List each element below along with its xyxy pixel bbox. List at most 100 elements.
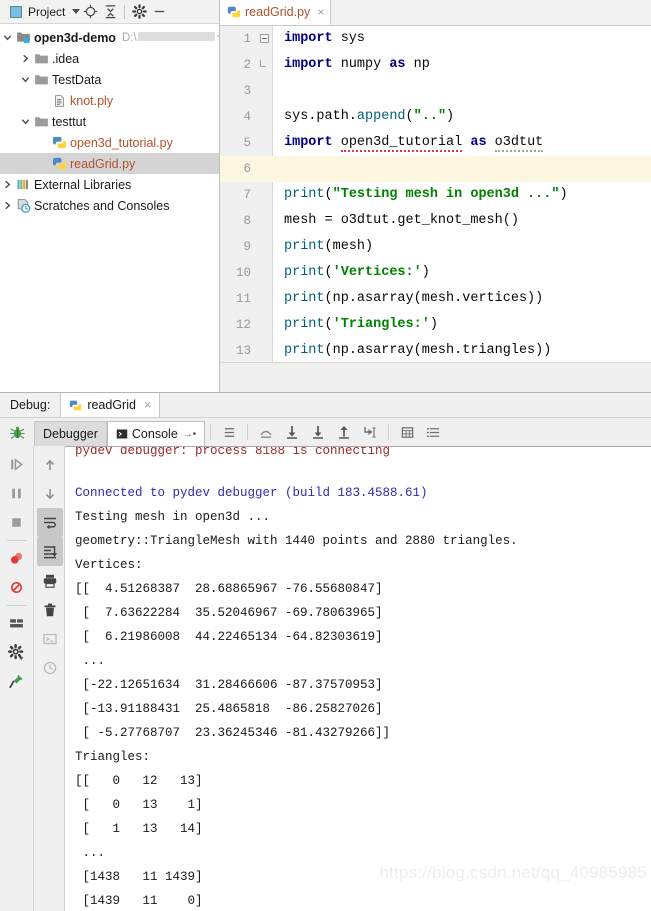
tab-pin-marker[interactable]: →• <box>183 429 197 440</box>
tree-item-scratches-and-consoles[interactable]: Scratches and Consoles <box>0 195 219 216</box>
console-actions-toolbar <box>35 446 65 911</box>
debug-tab-console[interactable]: Console →• <box>106 421 206 446</box>
tree-item-label: readGrid.py <box>70 156 136 171</box>
evaluate-table-icon[interactable] <box>394 418 420 446</box>
console-line: [ 6.21986008 44.22465134 -64.82303619] <box>75 630 383 644</box>
debug-actions-toolbar <box>0 446 34 911</box>
python-icon <box>69 399 82 412</box>
code-text: print(np.asarray(mesh.triangles)) <box>284 343 552 358</box>
project-panel-title: Project <box>28 4 66 19</box>
line-number[interactable]: 12 <box>220 312 251 338</box>
chevron-down-icon[interactable] <box>18 111 33 132</box>
stop-icon[interactable] <box>3 508 31 537</box>
tree-item-knot-ply[interactable]: knot.ply <box>0 90 219 111</box>
line-number[interactable]: 8 <box>220 208 251 234</box>
code-line: 11 print(np.asarray(mesh.vertices)) <box>220 286 651 312</box>
editor-bottom-strip <box>220 362 651 392</box>
close-icon[interactable]: × <box>317 6 324 18</box>
line-number[interactable]: 4 <box>220 104 251 130</box>
editor-tab-readgrid[interactable]: readGrid.py × <box>220 0 332 25</box>
console-line: Vertices: <box>75 558 143 572</box>
tabbar-empty-space <box>331 0 651 25</box>
resume-program-icon[interactable] <box>3 450 31 479</box>
chevron-right-icon[interactable] <box>18 48 33 69</box>
tree-item-label: External Libraries <box>34 177 132 192</box>
fold-start-icon[interactable] <box>260 34 269 43</box>
debug-session-tab[interactable]: readGrid × <box>60 393 161 417</box>
line-number[interactable]: 6 <box>220 156 251 182</box>
tree-item-open3d-demo[interactable]: open3d-demo D:\ <box>0 27 219 48</box>
print-icon[interactable] <box>37 566 63 595</box>
code-editor[interactable]: 1 import sys 2 import numpy as np 3 4 sys.path… <box>220 26 651 362</box>
history-clock-icon[interactable] <box>37 653 63 682</box>
gear-icon[interactable] <box>129 2 149 22</box>
tree-item-testtut[interactable]: testtut <box>0 111 219 132</box>
console-icon <box>116 428 128 440</box>
console-line: Connected to pydev debugger (build 183.4… <box>75 486 428 500</box>
run-to-cursor-icon[interactable] <box>357 418 383 446</box>
toolbar-divider <box>210 424 212 440</box>
project-tree[interactable]: open3d-demo D:\ .idea TestData knot.ply testt… <box>0 24 219 392</box>
line-number[interactable]: 7 <box>220 182 251 208</box>
chevron-down-icon[interactable] <box>72 9 81 14</box>
console-line: [1438 11 1439] <box>75 870 203 884</box>
step-into-icon[interactable] <box>305 418 331 446</box>
pin-icon[interactable] <box>3 667 31 696</box>
settings-gear-icon[interactable] <box>3 638 31 667</box>
hide-icon[interactable] <box>149 2 169 22</box>
line-number[interactable]: 3 <box>220 78 251 104</box>
chevron-down-icon[interactable] <box>18 69 33 90</box>
console-line: [[ 4.51268387 28.68865967 -76.55680847] <box>75 582 383 596</box>
locate-icon[interactable] <box>80 2 100 22</box>
tree-item-external-libraries[interactable]: External Libraries <box>0 174 219 195</box>
editor-pane: readGrid.py × 1 import sys 2 import numpy a… <box>220 0 651 392</box>
line-number[interactable]: 10 <box>220 260 251 286</box>
collapse-all-icon[interactable] <box>100 2 120 22</box>
debug-tab-debugger[interactable]: Debugger <box>34 421 107 446</box>
tree-item-readgrid-py[interactable]: readGrid.py <box>0 153 219 174</box>
tree-item-idea[interactable]: .idea <box>0 48 219 69</box>
layout-icon[interactable] <box>3 609 31 638</box>
trash-icon[interactable] <box>37 595 63 624</box>
tree-item-testdata[interactable]: TestData <box>0 69 219 90</box>
code-text: print(mesh) <box>284 239 374 254</box>
code-line: 3 <box>220 78 651 104</box>
view-breakpoints-icon[interactable] <box>3 544 31 573</box>
header-divider <box>124 4 126 19</box>
code-line: 6 <box>220 156 651 182</box>
terminal-icon[interactable] <box>37 624 63 653</box>
scroll-to-end-icon[interactable] <box>36 537 63 566</box>
code-text: import open3d_tutorial as o3dtut <box>284 135 544 152</box>
code-text: sys.path.append("..") <box>284 109 455 124</box>
line-number[interactable]: 1 <box>220 26 251 52</box>
line-number[interactable]: 13 <box>220 338 251 362</box>
scroll-up-icon[interactable] <box>37 450 63 479</box>
line-number[interactable]: 2 <box>220 52 251 78</box>
line-number[interactable]: 5 <box>220 130 251 156</box>
code-text: print('Vertices:') <box>284 265 430 280</box>
step-out-up-icon[interactable] <box>253 418 279 446</box>
console-output[interactable]: pydev debugger: process 8188 is connecti… <box>65 446 651 911</box>
mute-breakpoints-icon[interactable] <box>3 573 31 602</box>
toolbar-divider-2 <box>247 424 249 440</box>
tree-item-open3d-tutorial-py[interactable]: open3d_tutorial.py <box>0 132 219 153</box>
menu-icon[interactable] <box>216 418 242 446</box>
chevron-right-icon[interactable] <box>0 174 15 195</box>
code-line: 13 print(np.asarray(mesh.triangles)) <box>220 338 651 362</box>
step-over-icon[interactable] <box>279 418 305 446</box>
toolbar-divider-2 <box>6 605 27 606</box>
fold-end-icon[interactable] <box>260 60 266 67</box>
settings-lines-icon[interactable] <box>420 418 446 446</box>
code-line: 10 print('Vertices:') <box>220 260 651 286</box>
pause-program-icon[interactable] <box>3 479 31 508</box>
line-number[interactable]: 9 <box>220 234 251 260</box>
soft-wrap-icon[interactable] <box>36 508 63 537</box>
code-line: 8 mesh = o3dtut.get_knot_mesh() <box>220 208 651 234</box>
force-step-up-icon[interactable] <box>331 418 357 446</box>
tree-item-label: knot.ply <box>70 93 114 108</box>
chevron-right-icon[interactable] <box>0 195 15 216</box>
chevron-down-icon[interactable] <box>0 27 15 48</box>
line-number[interactable]: 11 <box>220 286 251 312</box>
scroll-down-icon[interactable] <box>37 479 63 508</box>
close-icon[interactable]: × <box>144 398 151 412</box>
